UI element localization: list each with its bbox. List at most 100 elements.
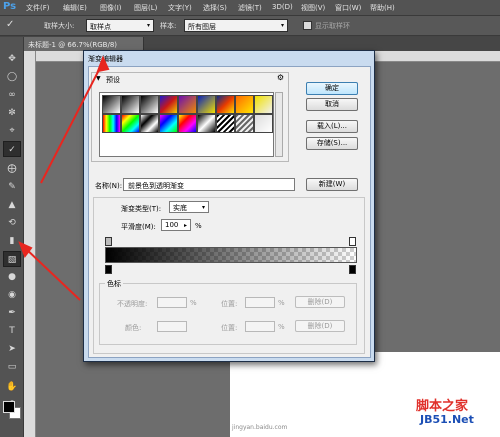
eyedropper-icon[interactable]: ✓ bbox=[6, 19, 20, 33]
menu-3d[interactable]: 3D(D) bbox=[272, 3, 293, 11]
opacity-label: 不透明度: bbox=[117, 300, 148, 308]
dialog-body: ▼ 预设 ⚙ 确定 取消 载入(L)... 存储(S)... 名称(N): 前景… bbox=[88, 66, 371, 358]
gradient-preset-swatch[interactable] bbox=[235, 95, 254, 114]
opacity-stop-right[interactable] bbox=[349, 237, 356, 246]
menu-file[interactable]: 文件(F) bbox=[26, 3, 50, 13]
gradient-type-select[interactable]: 实底 ▾ bbox=[169, 201, 209, 213]
show-ring-checkbox[interactable] bbox=[303, 21, 312, 30]
gradient-preset-swatch[interactable] bbox=[140, 95, 159, 114]
color-location-label: 位置: bbox=[221, 324, 238, 332]
gradient-editor-dialog: 渐变编辑器 ▼ 预设 ⚙ 确定 取消 载入(L)... 存储(S)... 名称(… bbox=[83, 50, 375, 362]
quick-select-icon[interactable]: ✼ bbox=[3, 105, 21, 121]
sample-size-select[interactable]: 取样点 ▾ bbox=[86, 19, 154, 32]
gradient-preset-swatch[interactable] bbox=[159, 114, 178, 133]
eraser-icon[interactable]: ▮ bbox=[3, 233, 21, 249]
sample-select[interactable]: 所有图层 ▾ bbox=[184, 19, 288, 32]
menu-edit[interactable]: 编辑(E) bbox=[63, 3, 87, 13]
gear-icon[interactable]: ⚙ bbox=[277, 73, 284, 82]
ok-button[interactable]: 确定 bbox=[306, 82, 358, 95]
gradient-preset-swatch[interactable] bbox=[254, 95, 273, 114]
save-button[interactable]: 存储(S)... bbox=[306, 137, 358, 150]
load-button[interactable]: 载入(L)... bbox=[306, 120, 358, 133]
opacity-location-percent: % bbox=[278, 299, 285, 307]
gradient-preset-swatch[interactable] bbox=[254, 114, 273, 133]
history-brush-icon[interactable]: ⟲ bbox=[3, 215, 21, 231]
watermark-site-url: JB51.Net bbox=[420, 413, 474, 426]
document-tab[interactable]: 未标题-1 @ 66.7%(RGB/8) bbox=[24, 37, 144, 51]
smoothness-unit: % bbox=[195, 222, 202, 230]
presets-scrollbar[interactable] bbox=[275, 92, 283, 157]
gradient-preset-swatch[interactable] bbox=[235, 114, 254, 133]
menu-view[interactable]: 视图(V) bbox=[301, 3, 325, 13]
gradient-preset-swatch[interactable] bbox=[178, 95, 197, 114]
collapse-triangle-icon[interactable]: ▼ bbox=[96, 75, 101, 82]
smoothness-field[interactable]: 100 ▸ bbox=[161, 219, 191, 231]
color-stop-right[interactable] bbox=[349, 265, 356, 274]
menu-help[interactable]: 帮助(H) bbox=[370, 3, 395, 13]
menu-window[interactable]: 窗口(W) bbox=[335, 3, 361, 13]
crop-icon[interactable]: ⌖ bbox=[3, 123, 21, 139]
show-ring-label: 显示取样环 bbox=[315, 22, 350, 30]
gradient-preset-swatch[interactable] bbox=[216, 95, 235, 114]
new-button[interactable]: 新建(W) bbox=[306, 178, 358, 191]
menu-layer[interactable]: 图层(L) bbox=[134, 3, 157, 13]
presets-panel: ▼ 预设 ⚙ bbox=[91, 72, 289, 162]
sample-size-value: 取样点 bbox=[90, 23, 111, 31]
lasso-icon[interactable]: ∞ bbox=[3, 87, 21, 103]
stamp-icon[interactable]: ▲ bbox=[3, 197, 21, 213]
menu-type[interactable]: 文字(Y) bbox=[168, 3, 192, 13]
gradient-preset-swatch[interactable] bbox=[216, 114, 235, 133]
gradient-preset-swatch[interactable] bbox=[102, 114, 121, 133]
color-stops-group bbox=[99, 283, 357, 345]
gradient-preset-swatch[interactable] bbox=[178, 114, 197, 133]
document-tab-strip: 未标题-1 @ 66.7%(RGB/8) bbox=[24, 37, 500, 51]
smoothness-label: 平滑度(M): bbox=[121, 223, 156, 231]
cancel-button[interactable]: 取消 bbox=[306, 98, 358, 111]
name-field[interactable]: 前景色到透明渐变 bbox=[123, 178, 295, 191]
gradient-preset-swatch[interactable] bbox=[121, 95, 140, 114]
gradient-preset-swatch[interactable] bbox=[140, 114, 159, 133]
color-location-percent: % bbox=[278, 323, 285, 331]
blur-icon[interactable]: ● bbox=[3, 269, 21, 285]
opacity-location-field[interactable] bbox=[245, 297, 275, 308]
color-stop-left[interactable] bbox=[105, 265, 112, 274]
chevron-down-icon: ▾ bbox=[280, 22, 284, 29]
color-location-field[interactable] bbox=[245, 321, 275, 332]
gradient-preset-swatch[interactable] bbox=[197, 114, 216, 133]
brush-icon[interactable]: ✎ bbox=[3, 179, 21, 195]
stops-title: 色标 bbox=[105, 279, 123, 289]
move-icon[interactable]: ✥ bbox=[3, 51, 21, 67]
sample-value: 所有图层 bbox=[188, 23, 216, 31]
gradient-preset-swatch[interactable] bbox=[102, 95, 121, 114]
delete-opacity-stop-button[interactable]: 删除(D) bbox=[295, 296, 345, 308]
opacity-location-label: 位置: bbox=[221, 300, 238, 308]
marquee-icon[interactable]: ◯ bbox=[3, 69, 21, 85]
sample-label: 样本: bbox=[160, 22, 177, 30]
gradient-preset-swatch[interactable] bbox=[197, 95, 216, 114]
menu-filter[interactable]: 滤镜(T) bbox=[238, 3, 262, 13]
sample-size-label: 取样大小: bbox=[44, 22, 75, 30]
gradient-preview-bar[interactable] bbox=[105, 247, 357, 263]
dodge-icon[interactable]: ◉ bbox=[3, 287, 21, 303]
healing-icon[interactable]: ⨁ bbox=[3, 161, 21, 177]
app-logo: Ps bbox=[3, 1, 17, 12]
hand-icon[interactable]: ✋ bbox=[3, 379, 21, 395]
eyedropper-tool-icon[interactable]: ✓ bbox=[3, 141, 21, 157]
delete-color-stop-button[interactable]: 删除(D) bbox=[295, 320, 345, 332]
gradient-preset-swatch[interactable] bbox=[121, 114, 140, 133]
pen-icon[interactable]: ✒ bbox=[3, 305, 21, 321]
opacity-field[interactable] bbox=[157, 297, 187, 308]
menu-select[interactable]: 选择(S) bbox=[203, 3, 227, 13]
shape-icon[interactable]: ▭ bbox=[3, 359, 21, 375]
gradient-preset-swatch[interactable] bbox=[159, 95, 178, 114]
path-select-icon[interactable]: ➤ bbox=[3, 341, 21, 357]
gradient-fill bbox=[106, 248, 356, 262]
opacity-stop-left[interactable] bbox=[105, 237, 112, 246]
presets-header: ▼ 预设 ⚙ bbox=[92, 73, 288, 85]
foreground-color-swatch[interactable] bbox=[3, 401, 15, 413]
type-icon[interactable]: T bbox=[3, 323, 21, 339]
gradient-icon[interactable]: ▧ bbox=[3, 251, 21, 267]
menu-image[interactable]: 图像(I) bbox=[100, 3, 122, 13]
presets-label: 预设 bbox=[106, 76, 120, 84]
color-field[interactable] bbox=[157, 321, 187, 332]
